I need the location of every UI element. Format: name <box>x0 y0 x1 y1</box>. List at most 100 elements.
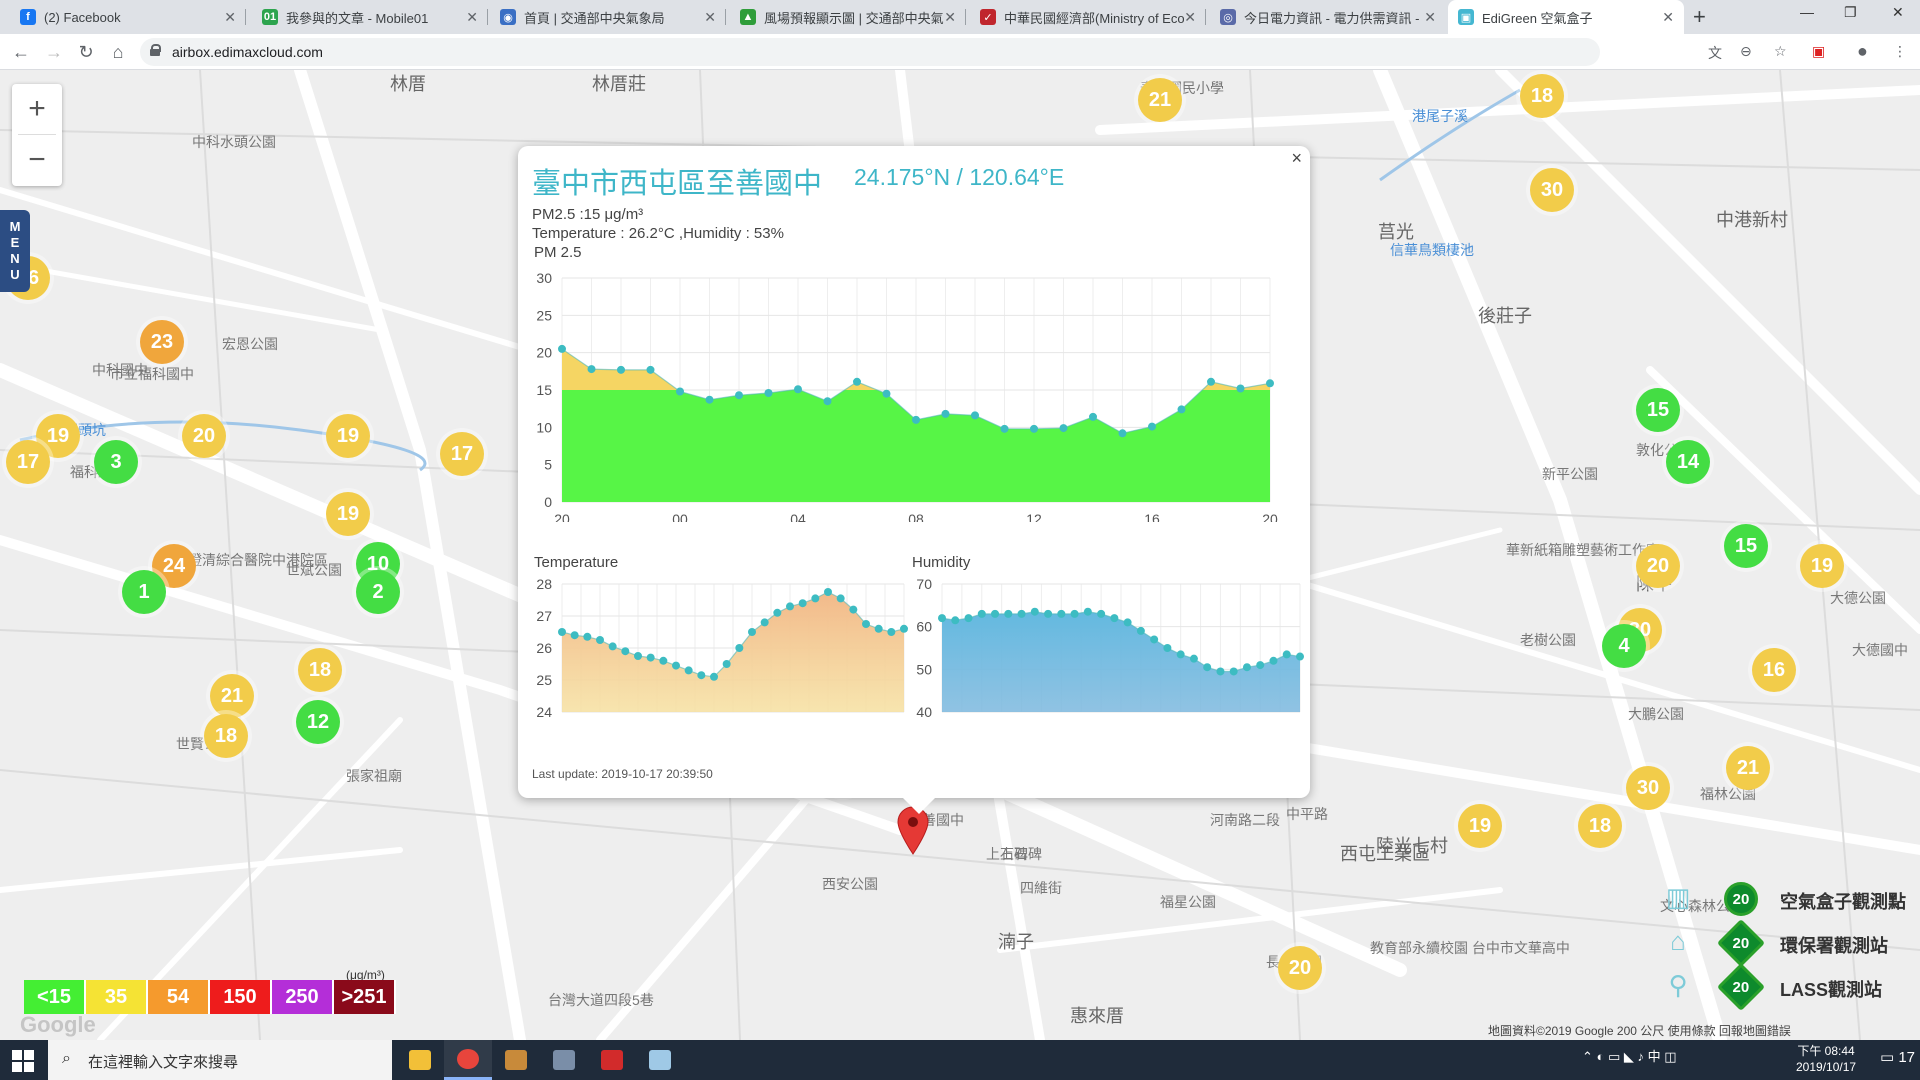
station-cluster-marker[interactable]: 3 <box>94 440 138 484</box>
station-cluster-marker[interactable]: 20 <box>1636 544 1680 588</box>
window-close-button[interactable]: ✕ <box>1892 4 1904 21</box>
data-point <box>1083 607 1092 616</box>
notification-center-icon[interactable]: ▭ 17 <box>1880 1048 1915 1066</box>
browser-tab[interactable]: 01 我參與的文章 - Mobile01 ✕ <box>252 0 488 34</box>
data-point <box>1057 609 1066 618</box>
map-place-label: 湳子 <box>998 932 1034 952</box>
data-point <box>1030 424 1038 433</box>
station-cluster-marker[interactable]: 15 <box>1636 388 1680 432</box>
back-button[interactable]: ← <box>9 40 33 64</box>
zoom-icon[interactable]: ⊖ <box>1740 43 1752 60</box>
aqi-legend-cell: >251 <box>334 980 396 1014</box>
station-cluster-marker[interactable]: 12 <box>296 700 340 744</box>
station-cluster-marker[interactable]: 17 <box>6 440 50 484</box>
home-button[interactable]: ⌂ <box>106 40 130 64</box>
station-cluster-marker[interactable]: 17 <box>440 432 484 476</box>
tab-close-icon[interactable]: ✕ <box>1424 9 1436 26</box>
station-cluster-marker[interactable]: 18 <box>1520 74 1564 118</box>
data-point <box>1177 405 1186 414</box>
system-tray[interactable]: ⌃ ◐ ▭ ◣ ♪ 中 ◫ <box>1582 1046 1676 1065</box>
forward-button[interactable]: → <box>42 40 66 64</box>
bookmark-star-icon[interactable]: ☆ <box>1774 43 1787 60</box>
station-type-row[interactable]: ⌂ 20 環保署觀測站 <box>1652 918 1920 968</box>
browser-tab[interactable]: ▲ 風場預報顯示圖 | 交通部中央氣 ✕ <box>730 0 966 34</box>
app-note-icon[interactable] <box>636 1040 684 1080</box>
url-field[interactable]: airbox.edimaxcloud.com <box>140 38 1600 66</box>
file-explorer-icon[interactable] <box>396 1040 444 1080</box>
browser-tab[interactable]: ✓ 中華民國經濟部(Ministry of Eco ✕ <box>970 0 1206 34</box>
station-type-badge-value: 20 <box>1732 890 1750 908</box>
station-cluster-marker[interactable]: 15 <box>1724 524 1768 568</box>
tab-separator <box>965 9 966 25</box>
station-cluster-marker[interactable]: 4 <box>1602 624 1646 668</box>
zoom-in-button[interactable]: + <box>12 84 62 134</box>
station-cluster-marker[interactable]: 20 <box>1278 946 1322 990</box>
data-point <box>977 609 986 618</box>
station-cluster-marker[interactable]: 19 <box>1800 544 1844 588</box>
x-tick-label: 12 <box>1026 511 1042 522</box>
popup-close-button[interactable]: × <box>1291 148 1302 169</box>
station-cluster-marker[interactable]: 21 <box>1138 78 1182 122</box>
station-cluster-marker[interactable]: 1 <box>122 570 166 614</box>
station-cluster-marker[interactable]: 14 <box>1666 440 1710 484</box>
station-cluster-marker[interactable]: 20 <box>182 414 226 458</box>
menu-letter: E <box>10 235 20 250</box>
station-cluster-marker[interactable]: 19 <box>1458 804 1502 848</box>
tab-close-icon[interactable]: ✕ <box>704 9 716 26</box>
station-cluster-marker[interactable]: 18 <box>298 648 342 692</box>
browser-tab[interactable]: ◉ 首頁 | 交通部中央氣象局 ✕ <box>490 0 726 34</box>
app-red-icon[interactable] <box>588 1040 636 1080</box>
data-point <box>1242 663 1251 672</box>
chrome-icon[interactable] <box>444 1040 492 1080</box>
station-cluster-marker[interactable]: 30 <box>1626 766 1670 810</box>
data-point <box>1163 644 1172 652</box>
taskbar-clock[interactable]: 下午 08:44 2019/10/17 <box>1796 1043 1856 1075</box>
profile-icon[interactable]: ● <box>1857 41 1868 62</box>
menu-button[interactable]: MENU <box>0 210 30 292</box>
translate-icon[interactable]: 文 <box>1708 43 1722 63</box>
tab-close-icon[interactable]: ✕ <box>1662 9 1674 26</box>
data-point <box>882 389 891 398</box>
extension-icon[interactable]: ▣ <box>1812 43 1825 60</box>
app-teamviewer-icon[interactable] <box>540 1040 588 1080</box>
tab-close-icon[interactable]: ✕ <box>466 9 478 26</box>
taskbar-app-glyph <box>553 1050 575 1070</box>
browser-tab[interactable]: ▣ EdiGreen 空氣盒子 ✕ <box>1448 0 1684 34</box>
windows-start-icon[interactable] <box>12 1050 34 1072</box>
station-cluster-marker[interactable]: 18 <box>1578 804 1622 848</box>
station-type-row[interactable]: ▥ 20 空氣盒子觀測點 <box>1652 880 1920 920</box>
station-cluster-marker[interactable]: 19 <box>326 492 370 536</box>
station-cluster-marker[interactable]: 21 <box>1726 746 1770 790</box>
station-type-label: 環保署觀測站 <box>1780 936 1888 956</box>
station-cluster-marker[interactable]: 30 <box>1530 168 1574 212</box>
tab-close-icon[interactable]: ✕ <box>224 9 236 26</box>
zoom-out-button[interactable]: − <box>12 135 62 185</box>
google-logo: Google <box>20 1012 96 1037</box>
data-point <box>862 620 870 628</box>
station-cluster-marker[interactable]: 23 <box>140 320 184 364</box>
data-point <box>824 588 832 596</box>
map-footer[interactable]: 地圖資料©2019 Google 200 公尺 使用條款 回報地圖錯誤 <box>1488 1022 1791 1039</box>
tab-close-icon[interactable]: ✕ <box>944 9 956 26</box>
station-cluster-marker[interactable]: 19 <box>326 414 370 458</box>
taskbar-search-box[interactable]: ⌕ 在這裡輸入文字來搜尋 <box>48 1040 392 1080</box>
station-cluster-marker[interactable]: 16 <box>1752 648 1796 692</box>
station-cluster-marker[interactable]: 2 <box>356 570 400 614</box>
browser-tab[interactable]: f (2) Facebook ✕ <box>10 0 246 34</box>
tab-close-icon[interactable]: ✕ <box>1184 9 1196 26</box>
maximize-button[interactable]: ❐ <box>1844 4 1857 21</box>
y-tick-label: 15 <box>536 382 552 398</box>
minimize-button[interactable]: — <box>1800 4 1814 20</box>
station-cluster-marker[interactable]: 21 <box>210 674 254 718</box>
data-point <box>621 647 630 656</box>
app-bird-icon[interactable] <box>492 1040 540 1080</box>
browser-menu-icon[interactable]: ⋮ <box>1893 43 1907 60</box>
data-point <box>1236 384 1245 393</box>
new-tab-button[interactable]: + <box>1693 4 1706 30</box>
reload-button[interactable]: ↻ <box>74 40 98 64</box>
station-name: 臺中市西屯區至善國中 <box>532 168 823 200</box>
browser-tab[interactable]: ◎ 今日電力資訊 - 電力供需資訊 - ✕ <box>1210 0 1446 34</box>
data-point <box>617 365 625 374</box>
station-type-row[interactable]: ⚲ 20 LASS觀測站 <box>1652 962 1920 1012</box>
station-cluster-marker[interactable]: 18 <box>204 714 248 758</box>
